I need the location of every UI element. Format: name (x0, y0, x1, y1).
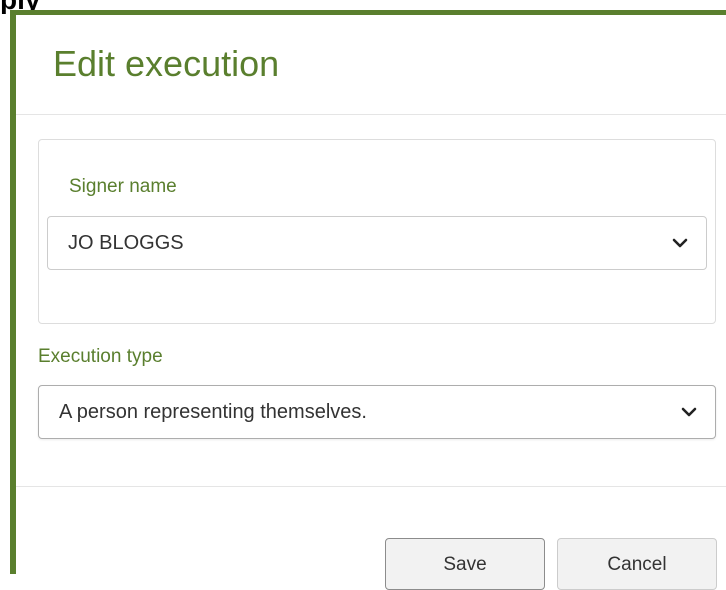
modal-header: Edit execution (16, 15, 726, 115)
execution-type-select[interactable]: A person representing themselves. (38, 385, 716, 439)
signer-name-value: JO BLOGGS (68, 232, 184, 254)
execution-type-value: A person representing themselves. (59, 401, 367, 423)
modal-title: Edit execution (53, 43, 280, 84)
save-button[interactable]: Save (385, 538, 545, 590)
signer-name-label: Signer name (69, 176, 177, 197)
signer-name-select[interactable]: JO BLOGGS (47, 216, 707, 270)
chevron-down-icon (672, 238, 688, 248)
execution-type-label: Execution type (38, 346, 163, 367)
signer-panel: Signer name JO BLOGGS (38, 139, 716, 324)
cancel-button[interactable]: Cancel (557, 538, 717, 590)
edit-execution-modal: Edit execution Signer name JO BLOGGS Exe… (10, 10, 726, 590)
modal-footer-divider (16, 486, 726, 487)
chevron-down-icon (681, 407, 697, 417)
